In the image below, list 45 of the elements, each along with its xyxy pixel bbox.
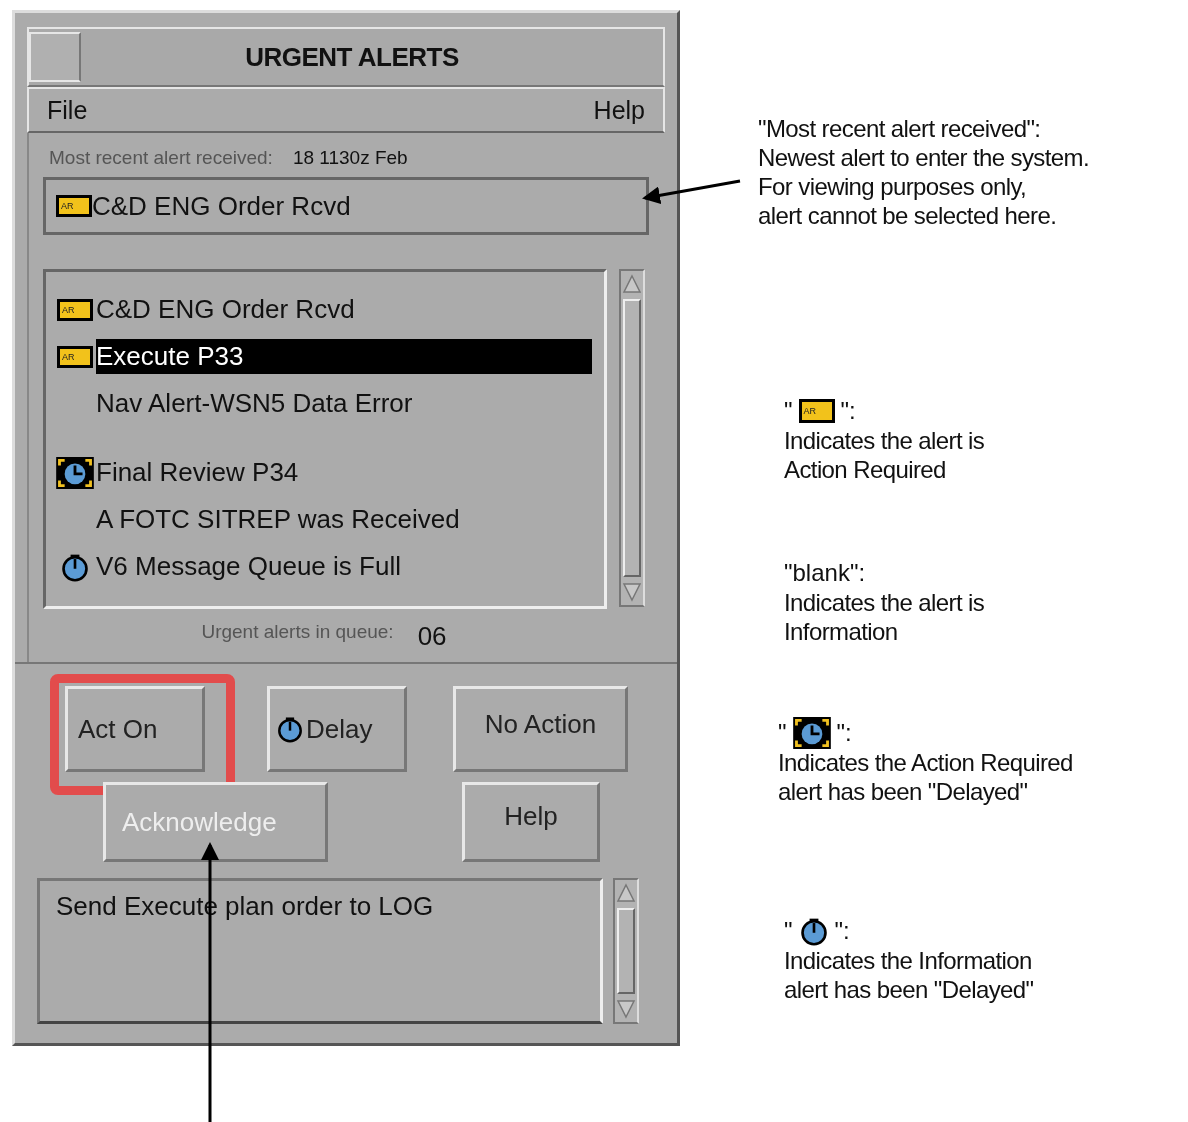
scroll-down-icon[interactable] xyxy=(616,998,636,1020)
legend-text: Indicates the Information alert has been "Delayed" xyxy=(784,946,1035,1004)
action-button[interactable]: No Action xyxy=(453,686,628,772)
action-required-icon: AR xyxy=(798,399,835,423)
scrollbar[interactable] xyxy=(619,269,645,607)
action-button[interactable]: Delay xyxy=(267,686,407,772)
timer-icon xyxy=(798,916,829,946)
legend-label: " xyxy=(778,719,787,747)
alert-item[interactable]: Final Review P34 xyxy=(96,455,303,490)
legend-label: ": xyxy=(836,719,852,747)
window-menu-button[interactable] xyxy=(29,32,81,82)
scroll-up-icon[interactable] xyxy=(616,882,636,904)
queue-count: 06 xyxy=(417,621,447,652)
alert-item[interactable]: A FOTC SITREP was Received xyxy=(96,502,464,537)
legend-label: " xyxy=(784,917,793,945)
action-button[interactable]: Help xyxy=(462,782,600,862)
recent-alert-time: 18 1130z Feb xyxy=(292,147,408,169)
delayed-action-icon xyxy=(792,717,831,749)
recent-alert-field: AR C&D ENG Order Rcvd xyxy=(43,177,649,235)
legend-text: Indicates the Action Required alert has been "Delayed" xyxy=(778,748,1074,806)
action-required-icon: AR xyxy=(57,298,93,321)
scrollbar[interactable] xyxy=(613,878,639,1024)
legend-label: "blank": xyxy=(784,559,866,587)
action-required-icon: AR xyxy=(57,345,93,368)
window-title: URGENT ALERTS xyxy=(244,41,460,73)
recent-alert-label: Most recent alert received: xyxy=(49,147,273,169)
scroll-up-icon[interactable] xyxy=(622,273,642,295)
menu-item[interactable]: Help xyxy=(593,95,645,125)
annotation-text: "Most recent alert received": Newest alert to enter the system. For viewing purposes only, alert cannot be selected here. xyxy=(758,114,1090,230)
queue-label: Urgent alerts in queue: xyxy=(201,621,394,644)
action-required-icon: AR xyxy=(56,195,92,217)
alert-item[interactable]: V6 Message Queue is Full xyxy=(96,549,405,584)
legend-label: ": xyxy=(834,917,850,945)
menu-item[interactable]: File xyxy=(47,95,88,125)
legend-label: ": xyxy=(840,397,856,425)
alert-item[interactable]: Execute P33 xyxy=(96,339,592,374)
alert-item[interactable]: C&D ENG Order Rcvd xyxy=(96,292,359,327)
timer-icon xyxy=(276,714,304,744)
alert-item[interactable]: Nav Alert-WSN5 Data Error xyxy=(96,386,417,421)
delayed-action-icon xyxy=(56,456,94,489)
scroll-down-icon[interactable] xyxy=(622,581,642,603)
legend-label: " xyxy=(784,397,793,425)
legend-text: Indicates the alert is Information xyxy=(784,588,986,646)
action-button[interactable]: Act On xyxy=(65,686,205,772)
legend-text: Indicates the alert is Action Required xyxy=(784,426,986,484)
